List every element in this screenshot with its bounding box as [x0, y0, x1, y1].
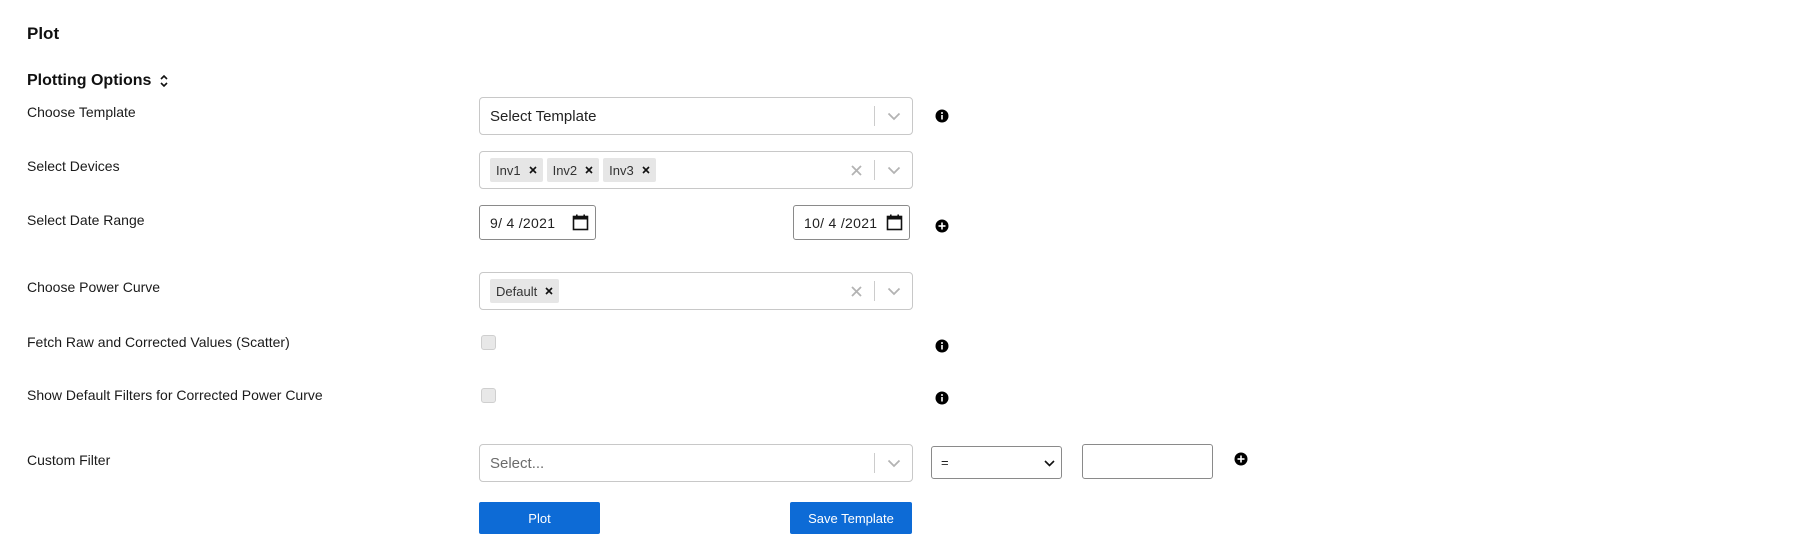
collapse-chevrons-icon[interactable] — [159, 74, 169, 88]
clear-icon[interactable] — [838, 152, 874, 188]
custom-filter-placeholder: Select... — [490, 454, 545, 472]
device-tag: Inv2 — [546, 158, 600, 182]
power-curve-tags: Default — [480, 279, 838, 303]
end-date-value: 10/ 4 /2021 — [804, 214, 878, 231]
power-curve-tag: Default — [490, 279, 560, 303]
custom-filter-label: Custom Filter — [27, 452, 111, 468]
default-filters-checkbox[interactable] — [481, 388, 496, 403]
close-icon[interactable] — [527, 158, 543, 182]
add-filter-icon[interactable] — [1234, 452, 1248, 466]
section-header[interactable]: Plotting Options — [27, 72, 169, 90]
chevron-down-icon — [1044, 455, 1055, 470]
fetch-raw-label: Fetch Raw and Corrected Values (Scatter) — [27, 334, 290, 350]
power-curve-multiselect[interactable]: Default — [479, 272, 913, 310]
chevron-down-icon[interactable] — [875, 273, 912, 309]
devices-tags: Inv1 Inv2 Inv3 — [480, 158, 838, 182]
fetch-raw-checkbox[interactable] — [481, 335, 496, 350]
info-icon[interactable] — [935, 339, 949, 353]
power-curve-tag-label: Default — [496, 283, 538, 299]
plot-button[interactable]: Plot — [479, 502, 600, 534]
device-tag-label: Inv2 — [552, 162, 578, 178]
end-date-input[interactable]: 10/ 4 /2021 — [793, 205, 910, 240]
filter-value-input[interactable] — [1082, 444, 1213, 479]
device-tag: Inv1 — [490, 158, 543, 182]
default-filters-label: Show Default Filters for Corrected Power… — [27, 387, 323, 403]
calendar-icon[interactable] — [879, 214, 909, 231]
calendar-icon[interactable] — [565, 214, 595, 231]
chevron-down-icon[interactable] — [875, 152, 912, 188]
operator-select[interactable]: = — [931, 446, 1062, 479]
page-title: Plot — [27, 24, 60, 43]
devices-multiselect[interactable]: Inv1 Inv2 Inv3 — [479, 151, 913, 189]
operator-value: = — [941, 455, 949, 470]
section-title: Plotting Options — [27, 72, 152, 89]
custom-filter-select[interactable]: Select... — [479, 444, 913, 482]
date-range-label: Select Date Range — [27, 212, 145, 228]
chevron-down-icon[interactable] — [875, 98, 912, 134]
clear-icon[interactable] — [838, 273, 874, 309]
start-date-value: 9/ 4 /2021 — [490, 214, 556, 231]
device-tag-label: Inv1 — [496, 162, 521, 178]
template-label: Choose Template — [27, 104, 136, 120]
template-select[interactable]: Select Template — [479, 97, 913, 135]
power-curve-label: Choose Power Curve — [27, 279, 161, 295]
close-icon[interactable] — [640, 158, 656, 182]
chevron-down-icon[interactable] — [875, 445, 912, 481]
close-icon[interactable] — [583, 158, 599, 182]
device-tag: Inv3 — [603, 158, 656, 182]
device-tag-label: Inv3 — [609, 162, 634, 178]
devices-label: Select Devices — [27, 158, 120, 174]
info-icon[interactable] — [935, 391, 949, 405]
close-icon[interactable] — [543, 279, 559, 303]
start-date-input[interactable]: 9/ 4 /2021 — [479, 205, 596, 240]
save-template-button[interactable]: Save Template — [790, 502, 912, 534]
template-select-value: Select Template — [490, 107, 597, 125]
info-icon[interactable] — [935, 109, 949, 123]
add-date-range-icon[interactable] — [935, 219, 949, 233]
